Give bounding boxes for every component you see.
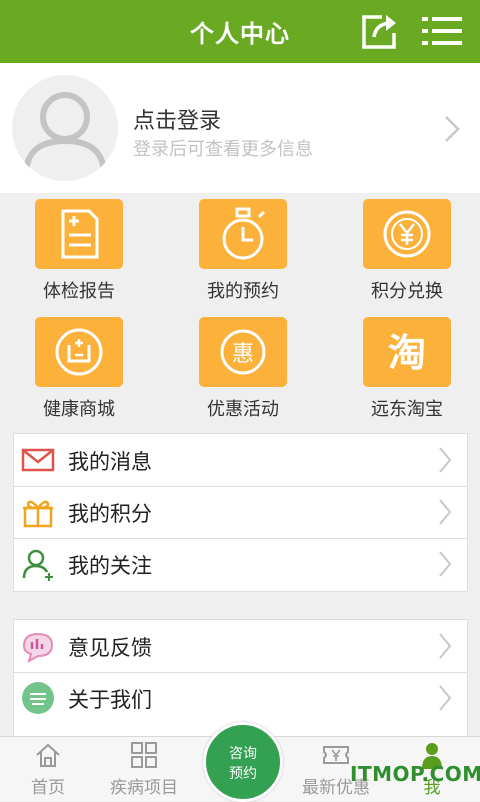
yen-exchange-icon [363, 199, 451, 269]
shop-icon [35, 317, 123, 387]
list-item-label: 关于我们 [68, 688, 152, 712]
feedback-icon [22, 632, 54, 664]
account-list: 我的消息 我的积分 我的关注 [13, 433, 468, 592]
home-icon [36, 743, 60, 767]
taobao-glyph: 淘 [388, 331, 426, 375]
login-title[interactable]: 点击登录 [133, 103, 221, 135]
list-item-messages[interactable]: 我的消息 [14, 434, 467, 487]
list-item-label: 我的积分 [68, 502, 152, 526]
gift-icon [23, 500, 53, 528]
grid-item-health-shop[interactable]: 健康商城 [0, 311, 140, 427]
tab-disease-programs[interactable]: 疾病项目 [96, 737, 192, 801]
tab-label: 首页 [31, 778, 65, 798]
tab-home[interactable]: 首页 [0, 737, 96, 801]
list-item-points[interactable]: 我的积分 [14, 486, 467, 539]
timer-icon [199, 199, 287, 269]
tab-label: 疾病项目 [110, 778, 178, 798]
watermark: ITMOP.COM [350, 762, 480, 786]
menu-icon[interactable] [420, 11, 464, 51]
follow-user-icon [22, 549, 53, 581]
list-item-about[interactable]: 关于我们 [14, 672, 467, 724]
list-item-follows[interactable]: 我的关注 [14, 538, 467, 590]
grid-label: 体检报告 [43, 281, 115, 302]
grid-item-appointment[interactable]: 我的预约 [164, 193, 304, 309]
chevron-right-icon [439, 499, 452, 525]
chevron-right-icon [439, 685, 452, 711]
coupon-icon [323, 746, 349, 764]
top-bar: 个人中心 [0, 0, 480, 63]
about-icon [22, 682, 54, 714]
grid-label: 积分兑换 [371, 281, 443, 302]
grid-label: 健康商城 [43, 399, 115, 420]
consult-label-line2: 预约 [229, 766, 257, 782]
grid-label: 远东淘宝 [371, 399, 443, 420]
grid-item-points-exchange[interactable]: 积分兑换 [328, 193, 468, 309]
login-card[interactable]: 点击登录 登录后可查看更多信息 [0, 63, 480, 193]
list-item-label: 我的消息 [68, 450, 152, 474]
login-subtitle: 登录后可查看更多信息 [133, 139, 313, 160]
consult-appointment-button[interactable]: 咨询 预约 [203, 722, 283, 802]
feature-grid: 体检报告 我的预约 积分兑换 健康商城 惠 优惠活动 淘 远东淘宝 [0, 193, 480, 426]
share-icon[interactable] [360, 11, 400, 51]
list-item-label: 意见反馈 [68, 636, 152, 660]
avatar-placeholder-icon[interactable] [12, 75, 118, 181]
grid-label: 优惠活动 [207, 399, 279, 420]
report-icon [35, 199, 123, 269]
list-item-label: 我的关注 [68, 554, 152, 578]
consult-label-line1: 咨询 [229, 746, 257, 762]
taobao-icon: 淘 [363, 317, 451, 387]
chevron-right-icon [439, 447, 452, 473]
grid-item-report[interactable]: 体检报告 [0, 193, 140, 309]
chevron-right-icon [445, 116, 460, 142]
grid-item-taobao[interactable]: 淘 远东淘宝 [328, 311, 468, 427]
mail-icon [21, 448, 55, 472]
discount-glyph: 惠 [232, 342, 254, 367]
grid-item-promotions[interactable]: 惠 优惠活动 [164, 311, 304, 427]
grid-label: 我的预约 [207, 281, 279, 302]
page-title: 个人中心 [190, 20, 290, 48]
chevron-right-icon [439, 551, 452, 577]
chevron-right-icon [439, 633, 452, 659]
grid-icon [131, 742, 157, 768]
list-item-feedback[interactable]: 意见反馈 [14, 620, 467, 673]
discount-icon: 惠 [199, 317, 287, 387]
